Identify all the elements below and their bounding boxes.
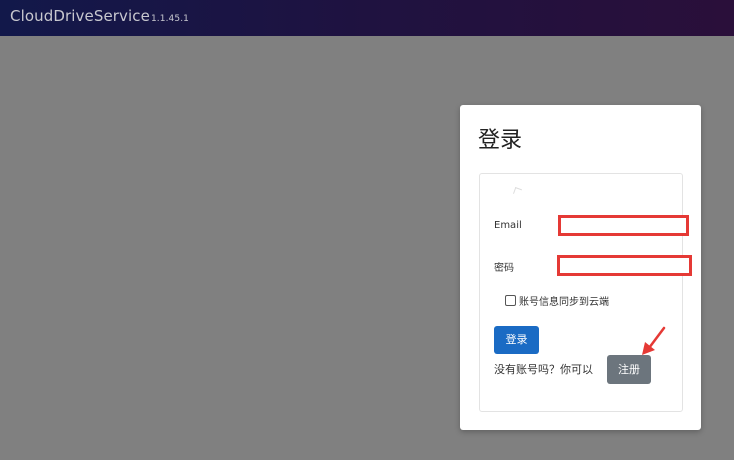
top-navbar: CloudDriveService1.1.45.1 <box>0 0 734 36</box>
password-field[interactable] <box>557 255 692 276</box>
remember-label: 账号信息同步到云端 <box>519 297 609 308</box>
app-version: 1.1.45.1 <box>150 14 189 24</box>
decorative-mark <box>513 187 522 196</box>
app-brand[interactable]: CloudDriveService1.1.45.1 <box>10 7 189 25</box>
register-button[interactable]: 注册 <box>607 355 651 384</box>
annotation-arrow-icon <box>642 326 666 355</box>
remember-checkbox[interactable]: 账号信息同步到云端 <box>505 293 609 308</box>
password-label: 密码 <box>494 263 514 274</box>
checkbox-box[interactable] <box>505 295 516 306</box>
modal-title: 登录 <box>478 128 523 153</box>
login-form: Email 密码 账号信息同步到云端 登录 没有账号吗？你可以 注册 <box>479 173 683 412</box>
email-field[interactable] <box>558 215 689 236</box>
app-name: CloudDriveService <box>10 7 150 25</box>
no-account-text: 没有账号吗？你可以 <box>494 363 593 376</box>
email-label: Email <box>494 220 522 231</box>
login-button[interactable]: 登录 <box>494 326 539 354</box>
